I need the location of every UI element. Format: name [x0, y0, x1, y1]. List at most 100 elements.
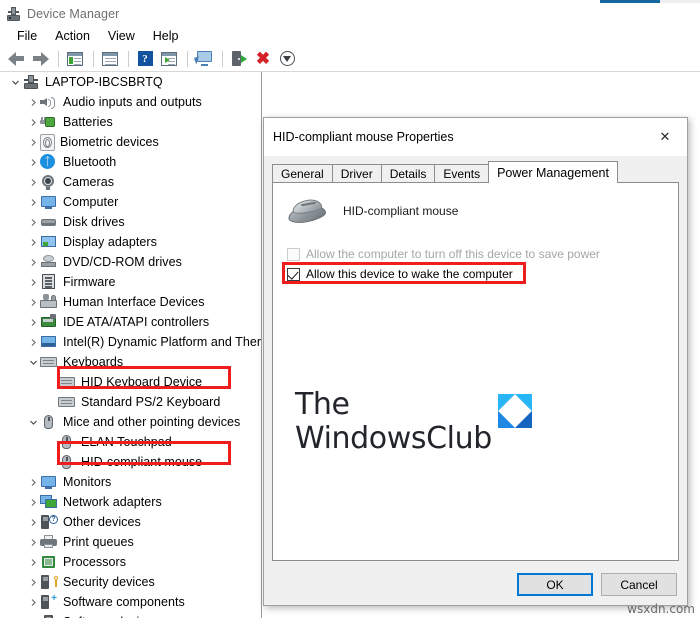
dialog-tabstrip: General Driver Details Events Power Mana…	[272, 161, 679, 183]
checkbox-box[interactable]	[287, 267, 300, 281]
uninstall-device-icon[interactable]	[228, 48, 250, 70]
chevron-right-icon[interactable]	[26, 218, 40, 227]
speaker-icon	[40, 94, 58, 110]
chevron-right-icon[interactable]	[26, 178, 40, 187]
tab-details[interactable]: Details	[380, 164, 436, 183]
scan-hardware-icon[interactable]	[193, 48, 215, 70]
show-hidden-icon[interactable]	[158, 48, 180, 70]
chevron-right-icon[interactable]	[26, 158, 40, 167]
keyboard-icon	[58, 374, 76, 390]
mouse-icon	[40, 414, 58, 430]
chevron-right-icon[interactable]	[26, 278, 40, 287]
checkbox-label: Allow this device to wake the computer	[306, 267, 513, 281]
chevron-right-icon[interactable]	[26, 538, 40, 547]
toolbar-separator	[128, 50, 129, 67]
chevron-right-icon[interactable]	[26, 578, 40, 587]
power-management-panel: HID-compliant mouse Allow the computer t…	[272, 182, 679, 561]
enable-device-icon[interactable]	[276, 48, 298, 70]
chevron-down-icon[interactable]	[26, 418, 40, 427]
close-icon[interactable]: ✕	[643, 122, 687, 152]
bluetooth-icon: ᛏ	[40, 154, 58, 170]
display-adapter-icon	[40, 234, 58, 250]
monitor-icon	[40, 474, 58, 490]
tree-label: Cameras	[63, 175, 115, 189]
windowsclub-watermark: The WindowsClub	[295, 388, 595, 478]
checkbox-turn-off-device[interactable]: Allow the computer to turn off this devi…	[287, 247, 600, 261]
properties-icon[interactable]	[64, 48, 86, 70]
keyboard-icon	[40, 354, 58, 370]
menu-item-help[interactable]: Help	[144, 27, 188, 45]
ok-button[interactable]: OK	[517, 573, 593, 596]
disable-device-icon[interactable]: ✖	[252, 48, 274, 70]
tree-label: ELAN Touchpad	[81, 435, 172, 449]
update-driver-icon[interactable]	[99, 48, 121, 70]
checkbox-box[interactable]	[287, 247, 300, 261]
tree-label: Standard PS/2 Keyboard	[81, 395, 221, 409]
tree-label: Other devices	[63, 515, 141, 529]
mouse-icon	[58, 454, 76, 470]
tree-label: Biometric devices	[60, 135, 159, 149]
dvd-drive-icon	[40, 254, 58, 270]
tree-label: DVD/CD-ROM drives	[63, 255, 182, 269]
cancel-button[interactable]: Cancel	[601, 573, 677, 596]
chevron-right-icon[interactable]	[26, 498, 40, 507]
tree-label: Disk drives	[63, 215, 125, 229]
tab-general[interactable]: General	[272, 164, 333, 183]
chevron-right-icon[interactable]	[26, 518, 40, 527]
menubar: File Action View Help	[0, 25, 700, 46]
toolbar: ? ✖	[0, 46, 700, 72]
dialog-titlebar: HID-compliant mouse Properties ✕	[264, 118, 687, 156]
back-arrow-icon[interactable]	[5, 48, 27, 70]
chevron-right-icon[interactable]	[26, 298, 40, 307]
dialog-title: HID-compliant mouse Properties	[273, 130, 454, 144]
menu-item-view[interactable]: View	[99, 27, 144, 45]
chevron-right-icon[interactable]	[26, 318, 40, 327]
chevron-right-icon[interactable]	[26, 98, 40, 107]
tree-label: HID-compliant mouse	[81, 455, 203, 469]
fingerprint-icon	[40, 133, 55, 151]
network-adapter-icon	[40, 494, 58, 510]
tree-label: Computer	[63, 195, 119, 209]
toolbar-separator	[58, 50, 59, 67]
monitor-icon	[40, 194, 58, 210]
tree-label: Keyboards	[63, 355, 124, 369]
tab-driver[interactable]: Driver	[331, 164, 382, 183]
tree-label: Bluetooth	[63, 155, 117, 169]
titlebar: Device Manager	[0, 3, 700, 25]
tree-label: Print queues	[63, 535, 134, 549]
checkbox-allow-wake-computer[interactable]: Allow this device to wake the computer	[287, 267, 513, 281]
chevron-down-icon[interactable]	[8, 78, 22, 87]
tab-events[interactable]: Events	[434, 164, 490, 183]
chevron-right-icon[interactable]	[26, 238, 40, 247]
chevron-right-icon[interactable]	[26, 198, 40, 207]
keyboard-icon	[58, 394, 76, 410]
forward-arrow-icon[interactable]	[29, 48, 51, 70]
chevron-right-icon[interactable]	[26, 598, 40, 607]
menu-item-file[interactable]: File	[8, 27, 46, 45]
checkbox-label: Allow the computer to turn off this devi…	[306, 247, 600, 261]
processor-icon	[40, 554, 58, 570]
chevron-right-icon[interactable]	[26, 138, 40, 147]
mouse-3d-icon	[286, 197, 328, 226]
help-icon[interactable]: ?	[134, 48, 156, 70]
chevron-right-icon[interactable]	[26, 258, 40, 267]
menu-item-action[interactable]: Action	[46, 27, 99, 45]
brand-line-2: WindowsClub	[295, 421, 492, 456]
chevron-down-icon[interactable]	[26, 358, 40, 367]
toolbar-separator	[222, 50, 223, 67]
tab-power-management[interactable]: Power Management	[488, 161, 618, 183]
tree-label: IDE ATA/ATAPI controllers	[63, 315, 210, 329]
chevron-right-icon[interactable]	[26, 338, 40, 347]
tree-label: Security devices	[63, 575, 155, 589]
chevron-right-icon[interactable]	[26, 118, 40, 127]
tree-label: Batteries	[63, 115, 113, 129]
chevron-right-icon[interactable]	[26, 558, 40, 567]
properties-dialog: HID-compliant mouse Properties ✕ General…	[263, 117, 688, 606]
ide-controller-icon	[40, 314, 58, 330]
chevron-right-icon[interactable]	[26, 478, 40, 487]
dialog-buttons: OK Cancel	[517, 573, 677, 596]
toolbar-separator	[93, 50, 94, 67]
tree-label-root: LAPTOP-IBCSBRTQ	[45, 75, 163, 89]
security-device-icon	[40, 574, 58, 590]
tree-label: Audio inputs and outputs	[63, 95, 202, 109]
